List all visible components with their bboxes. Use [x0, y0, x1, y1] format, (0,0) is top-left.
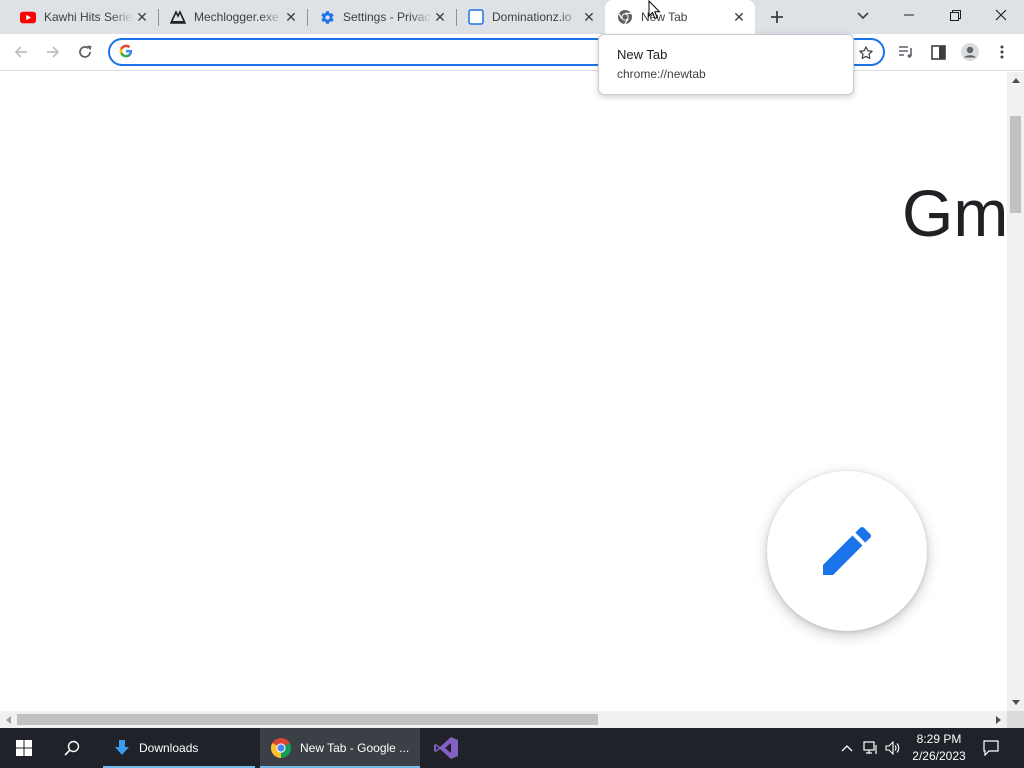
tab-title: Settings - Privacy: [343, 10, 432, 24]
plus-icon: [771, 11, 783, 23]
profile-button[interactable]: [957, 39, 983, 65]
youtube-icon: [20, 9, 36, 25]
edit-fab-button[interactable]: [767, 471, 927, 631]
reload-icon: [79, 45, 92, 58]
taskbar-downloads[interactable]: Downloads: [103, 728, 255, 768]
blank-page-icon: [468, 9, 484, 25]
scroll-left-icon[interactable]: [4, 715, 13, 724]
vertical-scrollbar[interactable]: [1007, 72, 1024, 712]
close-window-button[interactable]: [978, 0, 1024, 30]
visual-studio-icon: [434, 737, 458, 759]
media-controls-button[interactable]: [893, 39, 919, 65]
back-button[interactable]: [8, 39, 34, 65]
mechlogger-icon: [170, 9, 186, 25]
hover-card-title: New Tab: [617, 47, 668, 62]
chrome-icon: [617, 9, 633, 25]
scroll-up-icon[interactable]: [1011, 76, 1020, 85]
forward-arrow-icon: [47, 46, 60, 58]
chrome-icon: [271, 738, 291, 758]
reload-button[interactable]: [72, 39, 98, 65]
taskbar-app-label: New Tab - Google ...: [300, 741, 410, 755]
scroll-right-icon[interactable]: [994, 715, 1003, 724]
tab-kawhi[interactable]: Kawhi Hits Series ✕: [0, 0, 158, 34]
tab-search-button[interactable]: [852, 5, 874, 27]
tab-hover-card: New Tab chrome://newtab: [598, 34, 854, 95]
close-icon[interactable]: ✕: [432, 9, 448, 25]
scroll-down-icon[interactable]: [1011, 698, 1020, 707]
close-icon: [995, 9, 1007, 21]
horizontal-scroll-thumb[interactable]: [17, 714, 598, 725]
browser-toolbar: [0, 34, 1024, 71]
tab-dominationz[interactable]: Dominationz.io ✕: [456, 0, 605, 34]
gear-icon: [319, 9, 335, 25]
clock-date: 2/26/2023: [912, 749, 966, 763]
tab-new-tab[interactable]: New Tab ✕: [605, 0, 755, 34]
notifications-icon[interactable]: [982, 739, 1000, 757]
taskbar-app-label: Downloads: [139, 741, 199, 755]
taskbar-visual-studio[interactable]: [425, 728, 469, 768]
page-content: Gm: [0, 72, 1007, 712]
side-panel-button[interactable]: [925, 39, 951, 65]
restore-icon: [949, 9, 961, 21]
tab-settings[interactable]: Settings - Privacy ✕: [307, 0, 456, 34]
tab-title: Mechlogger.exe: [194, 10, 279, 24]
close-icon[interactable]: ✕: [134, 9, 150, 25]
pencil-icon: [823, 526, 872, 575]
media-queue-icon: [899, 46, 912, 58]
system-clock[interactable]: 8:29 PM 2/26/2023: [907, 731, 971, 765]
forward-button[interactable]: [40, 39, 66, 65]
download-arrow-icon: [115, 740, 129, 755]
search-icon: [64, 740, 80, 756]
tab-title: Kawhi Hits Series: [44, 10, 134, 24]
bookmark-star-icon[interactable]: [857, 44, 875, 62]
avatar-icon: [961, 43, 979, 61]
search-button[interactable]: [48, 728, 96, 768]
taskbar-chrome[interactable]: New Tab - Google ...: [260, 728, 420, 768]
hover-card-url: chrome://newtab: [617, 67, 706, 81]
new-tab-button[interactable]: [765, 5, 789, 29]
close-icon[interactable]: ✕: [581, 9, 597, 25]
kebab-menu-icon: [1000, 45, 1004, 59]
mouse-cursor-icon: [648, 0, 661, 20]
clock-time: 8:29 PM: [916, 732, 962, 746]
minimize-button[interactable]: [886, 0, 932, 30]
restore-button[interactable]: [932, 0, 978, 30]
back-arrow-icon: [14, 46, 27, 58]
volume-icon[interactable]: [884, 739, 902, 757]
horizontal-scrollbar[interactable]: [0, 711, 1007, 728]
start-button[interactable]: [0, 728, 48, 768]
menu-button[interactable]: [989, 39, 1015, 65]
minimize-icon: [904, 14, 914, 16]
chevron-down-icon: [857, 12, 869, 20]
tab-title: Dominationz.io: [492, 10, 572, 24]
windows-logo-icon: [16, 740, 32, 756]
close-icon[interactable]: ✕: [731, 9, 747, 25]
close-icon[interactable]: ✕: [283, 9, 299, 25]
network-icon[interactable]: [862, 739, 880, 757]
vertical-scroll-thumb[interactable]: [1010, 116, 1021, 213]
windows-taskbar: Downloads New Tab - Google ... 8:29 PM 2…: [0, 728, 1024, 768]
partial-heading: Gm: [902, 176, 1007, 250]
scrollbar-corner: [1007, 711, 1024, 728]
google-g-icon: [119, 44, 133, 61]
side-panel-icon: [930, 44, 946, 60]
tab-strip: Kawhi Hits Series ✕ Mechlogger.exe ✕ Set…: [0, 0, 1024, 34]
tab-mechlogger[interactable]: Mechlogger.exe ✕: [158, 0, 307, 34]
tray-overflow-chevron-icon[interactable]: [838, 739, 856, 757]
